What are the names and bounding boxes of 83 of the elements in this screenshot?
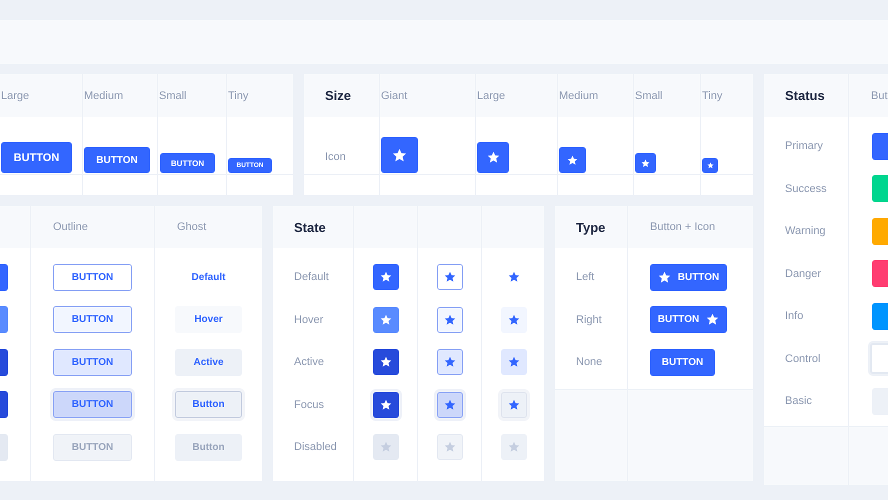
column-header: Size <box>304 74 379 117</box>
outline-button[interactable]: BUTTON <box>53 264 132 291</box>
row-label: Success <box>785 182 827 195</box>
column-header: State <box>273 206 353 248</box>
column-header: Ghost <box>155 206 262 248</box>
star-icon-button[interactable] <box>436 306 462 333</box>
star-icon-button[interactable] <box>500 349 526 376</box>
row-label: Control <box>785 352 820 365</box>
ghost-button[interactable]: Button <box>175 391 242 418</box>
ghost-button[interactable]: Active <box>175 348 242 376</box>
star-icon-button[interactable] <box>381 137 418 173</box>
star-icon <box>508 356 520 368</box>
column-header: Small <box>634 74 700 117</box>
column-header: Giant <box>380 74 475 117</box>
star-icon <box>508 398 520 411</box>
row-label: Active <box>294 356 324 368</box>
column-header: Tiny <box>227 74 293 117</box>
star-icon-button[interactable] <box>702 158 718 173</box>
star-icon <box>508 271 520 284</box>
filled-button[interactable]: BUTTON <box>650 306 727 334</box>
row-label: Warning <box>785 225 826 238</box>
filled-button[interactable]: BUTTON <box>650 348 715 376</box>
filled-button[interactable]: BUTTON <box>650 264 727 291</box>
column-header: Large <box>476 74 557 117</box>
star-icon <box>380 356 392 368</box>
row-label: Disabled <box>294 441 337 454</box>
row-label: Right <box>576 314 602 326</box>
star-icon <box>508 314 520 326</box>
star-icon <box>567 154 578 166</box>
star-icon <box>380 441 392 454</box>
row-label: Left <box>576 271 594 284</box>
filled-button[interactable]: BUTTON <box>160 153 215 173</box>
row-label: Default <box>294 271 329 284</box>
star-icon-button[interactable] <box>372 392 398 418</box>
ghost-button[interactable]: Hover <box>175 306 242 334</box>
star-icon <box>392 148 407 162</box>
star-icon-button[interactable] <box>559 147 586 173</box>
row-label: Danger <box>785 268 822 280</box>
filled-button[interactable]: BUTTON <box>84 147 150 173</box>
outline-button[interactable]: BUTTON <box>53 306 132 334</box>
row-label: Primary <box>785 140 823 152</box>
star-icon <box>706 162 714 169</box>
row-label: Hover <box>294 314 324 326</box>
column-header: But <box>849 74 888 117</box>
column-header: Medium <box>83 74 157 117</box>
column-header: Status <box>764 74 848 117</box>
star-icon-button[interactable] <box>372 264 398 290</box>
star-icon-button[interactable] <box>436 264 462 290</box>
column-header: Large <box>0 74 82 117</box>
star-icon-button[interactable] <box>436 349 462 376</box>
star-icon <box>486 151 500 164</box>
column-header: Button + Icon <box>628 206 753 248</box>
column-header: Medium <box>558 74 633 117</box>
filled-button[interactable]: BUTTON <box>1 142 72 173</box>
row-label: Info <box>785 310 804 322</box>
star-icon <box>508 441 520 454</box>
star-icon <box>444 271 456 284</box>
outline-button[interactable]: BUTTON <box>53 348 132 376</box>
star-icon <box>380 398 392 411</box>
row-label: Icon <box>325 150 346 162</box>
star-icon-button[interactable] <box>372 349 398 376</box>
column-header: Small <box>158 74 226 117</box>
row-label: Basic <box>785 395 812 408</box>
column-header: Tiny <box>701 74 753 117</box>
star-icon <box>444 356 456 368</box>
row-label: None <box>576 356 602 368</box>
star-icon-button[interactable] <box>477 142 509 173</box>
star-icon <box>706 313 720 326</box>
star-icon <box>444 314 456 326</box>
star-icon <box>380 314 392 326</box>
row-label: Focus <box>294 398 324 411</box>
star-icon <box>641 158 650 168</box>
ghost-button[interactable]: Default <box>175 264 242 291</box>
star-icon-button[interactable] <box>635 153 656 173</box>
star-icon <box>444 398 456 411</box>
outline-button[interactable]: BUTTON <box>53 391 132 418</box>
column-header: Type <box>555 206 627 248</box>
star-icon <box>444 441 456 454</box>
star-icon <box>658 270 671 284</box>
star-icon-button[interactable] <box>500 306 526 333</box>
star-icon <box>380 271 392 284</box>
star-icon-button[interactable] <box>372 306 398 333</box>
column-header: Outline <box>31 206 154 248</box>
